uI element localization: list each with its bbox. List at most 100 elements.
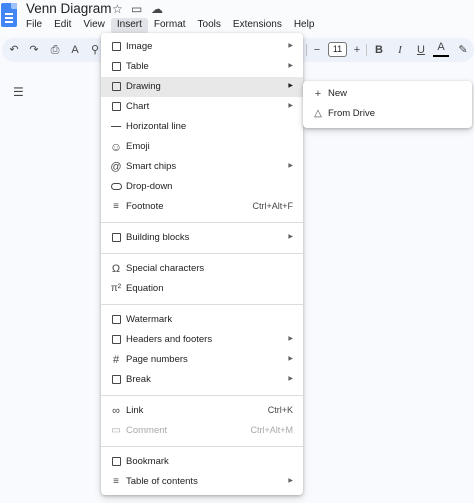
decrease-font-size-icon[interactable]: − xyxy=(309,42,325,58)
menu-item-label: Emoji xyxy=(126,141,150,152)
menu-item-label: Watermark xyxy=(126,314,173,325)
menu-item-footnote[interactable]: ≡ Footnote Ctrl+Alt+F xyxy=(101,197,303,217)
menu-format[interactable]: Format xyxy=(148,18,192,34)
menu-divider xyxy=(101,446,303,447)
menu-item-link[interactable]: ∞ Link Ctrl+K xyxy=(101,401,303,421)
highlight-color-icon[interactable]: ✎ xyxy=(455,42,471,58)
submenu-arrow-icon: ▶ xyxy=(288,336,293,342)
menu-tools[interactable]: Tools xyxy=(192,18,227,34)
menu-item-label: Building blocks xyxy=(126,232,190,243)
app-header: Venn Diagram ☆ ▭ ☁ File Edit View Insert… xyxy=(0,0,474,36)
submenu-item-from-drive[interactable]: △ From Drive xyxy=(303,104,472,124)
menu-item-break[interactable]: Break ▶ xyxy=(101,370,303,390)
menu-item-label: Link xyxy=(126,405,144,416)
pi-icon: π² xyxy=(110,283,122,294)
submenu-arrow-icon: ▶ xyxy=(288,376,293,382)
menu-item-table-of-contents[interactable]: ≡ Table of contents ▶ xyxy=(101,472,303,492)
menu-item-label: Drawing xyxy=(126,81,161,92)
page-break-icon xyxy=(109,373,123,387)
horizontal-line-icon xyxy=(109,120,123,134)
increase-font-size-icon[interactable]: + xyxy=(349,42,365,58)
menu-item-building-blocks[interactable]: Building blocks ▶ xyxy=(101,228,303,248)
menu-item-label: Smart chips xyxy=(126,161,177,172)
menu-item-page-numbers[interactable]: # Page numbers ▶ xyxy=(101,350,303,370)
submenu-arrow-icon: ▶ xyxy=(288,234,293,240)
table-of-contents-icon: ≡ xyxy=(113,476,119,487)
font-size-input[interactable]: 11 xyxy=(328,42,347,57)
spellcheck-icon[interactable]: A xyxy=(67,42,83,58)
menu-item-label: Table xyxy=(126,61,149,72)
menu-item-dropdown[interactable]: Drop-down xyxy=(101,177,303,197)
menu-item-table[interactable]: Table ▶ xyxy=(101,57,303,77)
menu-edit[interactable]: Edit xyxy=(48,18,77,34)
menu-item-drawing[interactable]: Drawing ▶ xyxy=(101,77,303,97)
cloud-status-icon[interactable]: ☁ xyxy=(151,2,163,16)
menu-item-smart-chips[interactable]: @ Smart chips ▶ xyxy=(101,157,303,177)
menu-item-emoji[interactable]: ☺ Emoji xyxy=(101,137,303,157)
menu-item-label: Chart xyxy=(126,101,150,112)
menu-item-equation[interactable]: π² Equation xyxy=(101,279,303,299)
menu-item-watermark[interactable]: Watermark xyxy=(101,310,303,330)
menu-view[interactable]: View xyxy=(77,18,111,34)
undo-icon[interactable]: ↶ xyxy=(6,42,22,58)
shortcut-label: Ctrl+K xyxy=(267,405,293,415)
shortcut-label: Ctrl+Alt+M xyxy=(250,425,293,435)
submenu-item-label: From Drive xyxy=(328,108,375,119)
menu-file[interactable]: File xyxy=(20,18,48,34)
submenu-arrow-icon: ▶ xyxy=(288,43,293,49)
emoji-icon: ☺ xyxy=(109,140,123,154)
menu-item-image[interactable]: Image ▶ xyxy=(101,37,303,57)
menu-divider xyxy=(101,304,303,305)
menu-divider xyxy=(101,222,303,223)
submenu-arrow-icon: ▶ xyxy=(288,103,293,109)
menu-item-label: Image xyxy=(126,41,153,52)
docs-logo-icon[interactable] xyxy=(1,3,17,27)
shortcut-label: Ctrl+Alt+F xyxy=(252,201,293,211)
document-title[interactable]: Venn Diagram xyxy=(26,1,112,16)
menu-item-special-characters[interactable]: Ω Special characters xyxy=(101,259,303,279)
menu-item-chart[interactable]: Chart ▶ xyxy=(101,97,303,117)
submenu-arrow-icon: ▶ xyxy=(288,356,293,362)
menu-bar: File Edit View Insert Format Tools Exten… xyxy=(20,18,320,34)
hash-icon: # xyxy=(112,354,120,366)
text-color-icon[interactable]: A xyxy=(433,41,449,57)
menu-help[interactable]: Help xyxy=(288,18,321,34)
star-icon[interactable]: ☆ xyxy=(112,2,123,16)
menu-divider xyxy=(101,395,303,396)
submenu-item-new[interactable]: + New xyxy=(303,84,472,104)
watermark-icon xyxy=(109,313,123,327)
drawing-icon xyxy=(109,80,123,94)
menu-item-label: Comment xyxy=(126,425,168,436)
link-icon: ∞ xyxy=(112,405,120,417)
table-icon xyxy=(109,60,123,74)
menu-item-bookmark[interactable]: Bookmark xyxy=(101,452,303,472)
menu-item-comment: ▭ Comment Ctrl+Alt+M xyxy=(101,421,303,441)
drawing-submenu: + New △ From Drive xyxy=(303,81,472,128)
italic-icon[interactable]: I xyxy=(392,42,408,58)
menu-item-label: Footnote xyxy=(126,201,164,212)
menu-item-label: Horizontal line xyxy=(126,121,187,132)
comment-icon: ▭ xyxy=(111,425,121,436)
menu-item-headers-footers[interactable]: Headers and footers ▶ xyxy=(101,330,303,350)
menu-item-label: Page numbers xyxy=(126,354,188,365)
menu-item-horizontal-line[interactable]: Horizontal line xyxy=(101,117,303,137)
submenu-arrow-icon: ▶ xyxy=(288,163,293,169)
move-folder-icon[interactable]: ▭ xyxy=(131,2,142,16)
smart-chip-icon: @ xyxy=(110,161,122,173)
menu-item-label: Equation xyxy=(126,283,164,294)
image-icon xyxy=(109,40,123,54)
menu-extensions[interactable]: Extensions xyxy=(227,18,288,34)
menu-insert[interactable]: Insert xyxy=(110,18,148,34)
toolbar-divider xyxy=(306,44,307,56)
building-blocks-icon xyxy=(109,231,123,245)
insert-menu: Image ▶ Table ▶ Drawing ▶ Chart ▶ Horizo… xyxy=(101,33,303,495)
menu-item-label: Drop-down xyxy=(126,181,173,192)
print-icon[interactable]: ⎙ xyxy=(47,42,63,58)
underline-icon[interactable]: U xyxy=(413,42,429,58)
document-outline-icon[interactable]: ☰ xyxy=(13,85,24,99)
menu-divider xyxy=(101,253,303,254)
bold-icon[interactable]: B xyxy=(371,42,387,58)
menu-item-label: Table of contents xyxy=(126,476,198,487)
redo-icon[interactable]: ↷ xyxy=(26,42,42,58)
headers-footers-icon xyxy=(109,333,123,347)
